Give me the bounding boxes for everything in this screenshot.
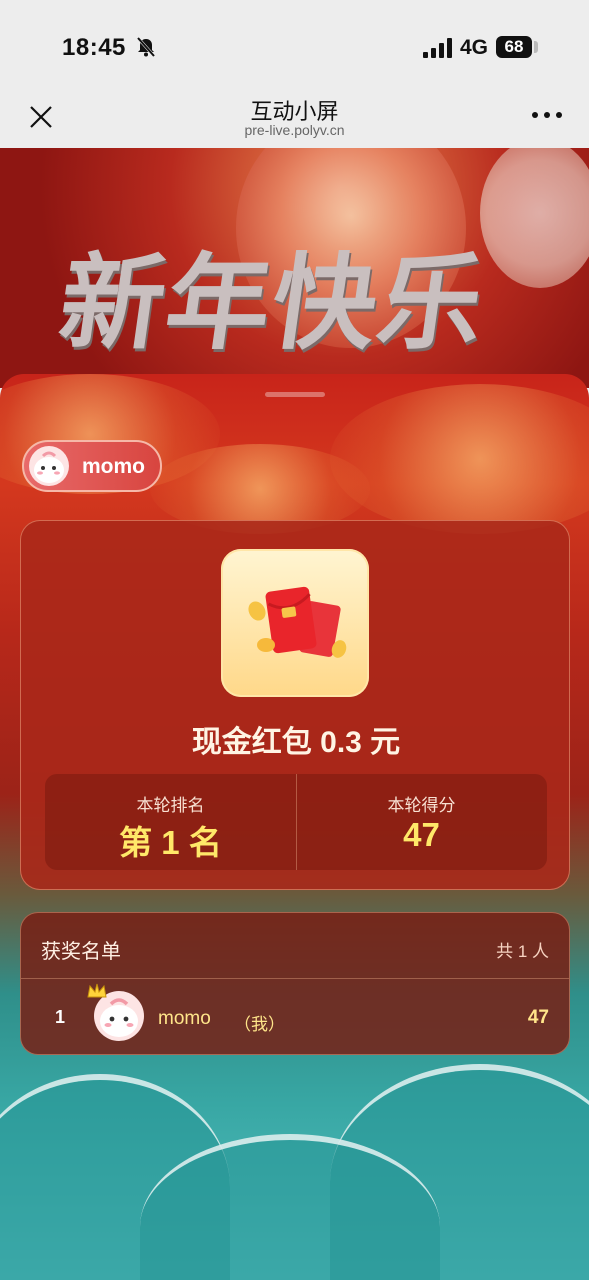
banner-title: 新年快乐 (52, 241, 494, 364)
drag-handle[interactable] (265, 392, 325, 397)
winners-count: 共 1 人 (496, 942, 549, 961)
winner-me-tag: （我） (234, 1015, 285, 1034)
crown-icon (87, 983, 107, 998)
red-envelope-icon (248, 586, 347, 658)
rank-value: 第 1 名 (119, 824, 222, 861)
page-domain: pre-live.polyv.cn (244, 122, 345, 138)
signal-icon (423, 38, 452, 58)
winners-card: 获奖名单 共 1 人 1 momo （我） 47 (20, 912, 570, 1055)
winners-title: 获奖名单 (41, 941, 121, 963)
battery-tip (534, 41, 538, 53)
prize-card: 现金红包 0.3 元 本轮排名 第 1 名 本轮得分 47 (20, 520, 570, 890)
battery-icon: 68 (496, 36, 532, 58)
prize-icon-tile (221, 549, 369, 697)
prize-title: 现金红包 0.3 元 (191, 726, 401, 759)
winner-name: momo (158, 1008, 211, 1029)
avatar-icon (34, 451, 64, 483)
status-time: 18:45 (62, 34, 126, 61)
winner-rank: 1 (55, 1007, 66, 1027)
winners-header: 获奖名单 共 1 人 (21, 913, 569, 979)
score-value: 47 (403, 816, 440, 853)
table-row: 1 momo （我） 47 (21, 979, 569, 1054)
bell-muted-icon (136, 37, 156, 57)
score-label: 本轮得分 (387, 796, 456, 815)
more-icon[interactable] (530, 108, 564, 122)
stats-panel: 本轮排名 第 1 名 本轮得分 47 (45, 774, 547, 870)
nav-bar: 互动小屏 pre-live.polyv.cn (0, 88, 589, 148)
user-name: momo (82, 455, 145, 478)
network-label: 4G (460, 36, 489, 59)
banner-image: 新年快乐 (0, 148, 589, 388)
status-bar: 18:45 4G 68 (0, 0, 589, 88)
winner-score: 47 (527, 1007, 549, 1028)
avatar (29, 446, 69, 486)
rank-label: 本轮排名 (136, 796, 205, 815)
cloud-decoration (330, 384, 589, 534)
user-pill: momo (22, 440, 162, 492)
